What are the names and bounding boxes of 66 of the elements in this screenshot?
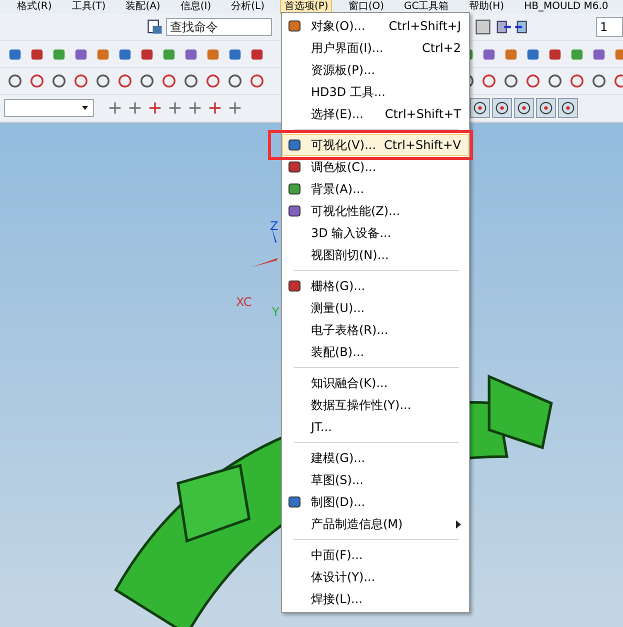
menu-item[interactable]: 可视化(V)... Ctrl+Shift+V	[282, 134, 469, 156]
menu-item[interactable]: JT...	[282, 416, 469, 438]
axis-label: Y	[272, 305, 280, 319]
menu-item[interactable]: 焊接(L)...	[282, 588, 469, 610]
menu-item[interactable]: 体设计(Y)...	[282, 566, 469, 588]
toolbar-icon[interactable]	[50, 72, 68, 90]
toolbar-icon[interactable]	[226, 72, 244, 90]
snap-point-icon[interactable]	[536, 98, 556, 118]
menu-item[interactable]: 视图剖切(N)...	[282, 244, 469, 266]
menu-item[interactable]: 背景(A)...	[282, 178, 469, 200]
toolbar-icon[interactable]	[502, 72, 520, 90]
menu-bar-item[interactable]: 格式(R)	[14, 0, 55, 14]
menu-bar-item[interactable]: GC工具箱	[401, 0, 452, 14]
menu-item[interactable]: HD3D 工具...	[282, 81, 469, 103]
snap-point-icon[interactable]	[514, 98, 534, 118]
menu-item[interactable]: 装配(B)...	[282, 341, 469, 363]
menu-item[interactable]: 对象(O)... Ctrl+Shift+J	[282, 15, 469, 37]
snap-point-icon[interactable]	[470, 98, 490, 118]
menu-bar-item[interactable]: 分析(L)	[228, 0, 268, 14]
filter-dropdown[interactable]	[4, 99, 94, 117]
toolbar-icon[interactable]	[94, 72, 112, 90]
toolbar-icon[interactable]	[72, 72, 90, 90]
toolbar-icon[interactable]	[546, 72, 564, 90]
axis-label: XC	[236, 295, 252, 309]
color-swatch-icon[interactable]	[474, 18, 492, 36]
menu-item[interactable]: 调色板(C)...	[282, 156, 469, 178]
menu-item[interactable]: 资源板(P)...	[282, 59, 469, 81]
toolbar-icon[interactable]	[28, 72, 46, 90]
axis-label: Z	[270, 219, 278, 233]
menu-item[interactable]: 知识融合(K)...	[282, 372, 469, 394]
menu-item[interactable]: 产品制造信息(M)	[282, 513, 469, 535]
menu-bar-item[interactable]: 装配(A)	[122, 0, 164, 14]
toolbar-icon[interactable]	[590, 72, 608, 90]
menu-item[interactable]: 制图(D)...	[282, 491, 469, 513]
toolbar-icon[interactable]	[138, 72, 156, 90]
toolbar-icon[interactable]	[568, 72, 586, 90]
menu-item[interactable]: 栅格(G)...	[282, 275, 469, 297]
caret-icon	[81, 104, 89, 112]
menu-item[interactable]: 选择(E)... Ctrl+Shift+T	[282, 103, 469, 125]
menu-item[interactable]: 测量(U)...	[282, 297, 469, 319]
toolbar-icon[interactable]	[6, 72, 24, 90]
menu-item[interactable]: 3D 输入设备...	[282, 222, 469, 244]
toolbar-icon[interactable]	[160, 72, 178, 90]
layer-field[interactable]: 1	[596, 17, 623, 37]
menu-bar-item[interactable]: 工具(T)	[68, 0, 109, 14]
toolbar-icon[interactable]	[480, 72, 498, 90]
menu-bar-item[interactable]: 窗口(O)	[345, 0, 388, 14]
menu-item[interactable]: 草图(S)...	[282, 469, 469, 491]
layer-icon[interactable]	[146, 18, 164, 36]
menu-item[interactable]: 用户界面(I)... Ctrl+2	[282, 37, 469, 59]
toolbar-icon[interactable]	[182, 72, 200, 90]
toolbar-icon[interactable]	[116, 72, 134, 90]
menu-item[interactable]: 建模(G)...	[282, 447, 469, 469]
toolbar-icon[interactable]	[524, 72, 542, 90]
snap-point-icon[interactable]	[558, 98, 578, 118]
menu-bar-item[interactable]: 帮助(H)	[466, 0, 508, 14]
menu-bar-item[interactable]: HB_MOULD M6.0	[521, 0, 612, 14]
snap-point-icon[interactable]	[492, 98, 512, 118]
menu-item[interactable]: 数据互操作性(Y)...	[282, 394, 469, 416]
toolbar-icon[interactable]	[204, 72, 222, 90]
menu-item[interactable]: 中面(F)...	[282, 544, 469, 566]
toolbar-icon[interactable]	[248, 72, 266, 90]
menu-item[interactable]: 可视化性能(Z)...	[282, 200, 469, 222]
search-field[interactable]: 查找命令	[166, 18, 272, 36]
menu-bar-item[interactable]: 信息(I)	[177, 0, 214, 14]
menu-item[interactable]: 电子表格(R)...	[282, 319, 469, 341]
